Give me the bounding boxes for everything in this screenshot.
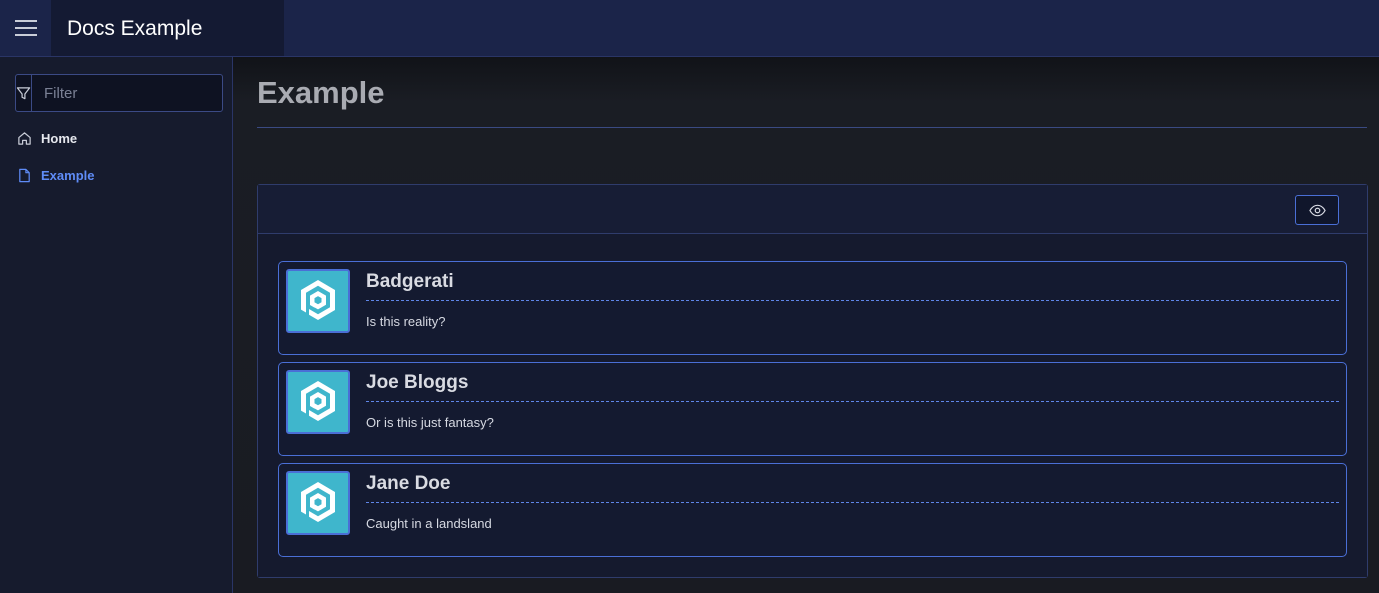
hamburger-menu-button[interactable] bbox=[0, 0, 51, 56]
avatar bbox=[286, 370, 350, 434]
filter-input[interactable] bbox=[32, 75, 245, 111]
toggle-view-button[interactable] bbox=[1295, 195, 1339, 225]
card-divider bbox=[366, 401, 1339, 402]
list-item: Jane Doe Caught in a landsland bbox=[278, 463, 1347, 557]
panel-body: Badgerati Is this reality? Joe Bloggs Or… bbox=[258, 234, 1367, 577]
avatar bbox=[286, 471, 350, 535]
brand-area: Docs Example bbox=[0, 0, 284, 56]
panel-toolbar bbox=[258, 185, 1367, 234]
top-bar: Docs Example bbox=[0, 0, 1379, 57]
home-icon bbox=[18, 132, 31, 145]
sidebar-item-label: Home bbox=[41, 131, 78, 146]
example-panel: Badgerati Is this reality? Joe Bloggs Or… bbox=[257, 184, 1368, 578]
sidebar-item-label: Example bbox=[41, 168, 95, 183]
sidebar: Home Example bbox=[0, 57, 245, 593]
card-name: Jane Doe bbox=[366, 473, 451, 494]
hexagon-logo-icon bbox=[301, 482, 335, 522]
hexagon-logo-icon bbox=[301, 280, 335, 320]
sidebar-item-example[interactable]: Example bbox=[17, 168, 94, 183]
app-title[interactable]: Docs Example bbox=[67, 16, 202, 42]
card-divider bbox=[366, 300, 1339, 301]
hamburger-menu-icon bbox=[14, 20, 37, 36]
card-text: Caught in a landsland bbox=[366, 516, 492, 531]
card-name: Badgerati bbox=[366, 271, 454, 292]
eye-icon bbox=[1308, 204, 1326, 216]
filter-icon-box bbox=[16, 75, 32, 111]
document-icon bbox=[19, 168, 30, 183]
page-title: Example bbox=[257, 75, 385, 110]
hexagon-logo-icon bbox=[301, 381, 335, 421]
card-divider bbox=[366, 502, 1339, 503]
sidebar-item-home[interactable]: Home bbox=[17, 131, 77, 146]
list-item: Joe Bloggs Or is this just fantasy? bbox=[278, 362, 1347, 456]
filter-icon bbox=[16, 86, 31, 99]
title-divider bbox=[257, 127, 1367, 128]
card-text: Or is this just fantasy? bbox=[366, 415, 494, 430]
avatar bbox=[286, 269, 350, 333]
filter-box bbox=[15, 74, 245, 112]
card-text: Is this reality? bbox=[366, 314, 446, 329]
card-name: Joe Bloggs bbox=[366, 372, 469, 393]
main-content: Example Badgerati Is this reality? Joe B… bbox=[233, 57, 1379, 593]
list-item: Badgerati Is this reality? bbox=[278, 261, 1347, 355]
